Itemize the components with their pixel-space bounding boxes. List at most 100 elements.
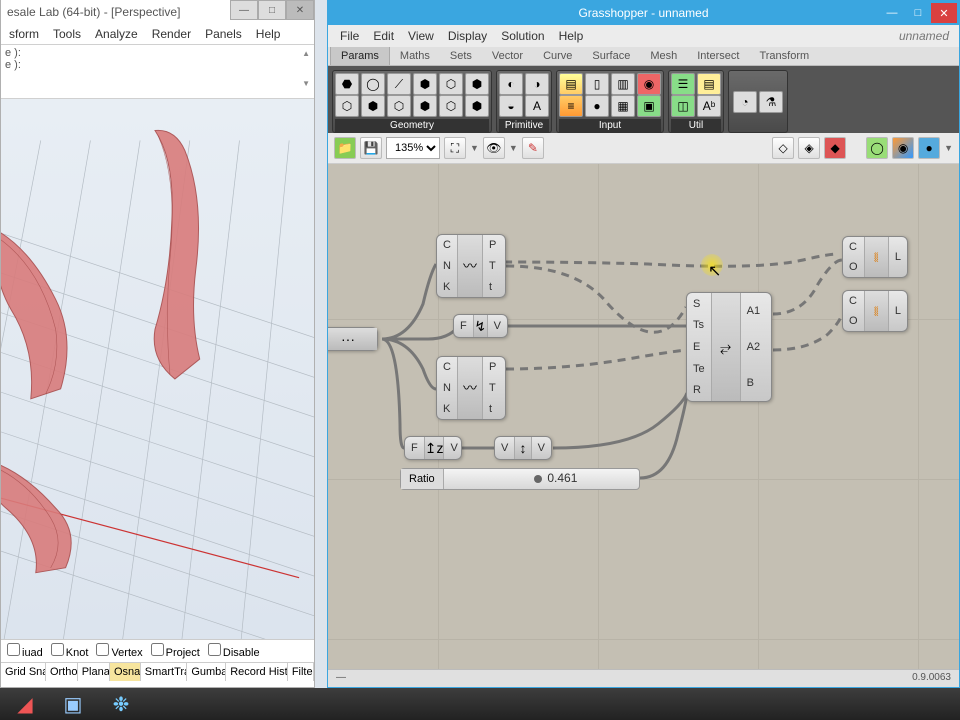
gh-component-loft[interactable]: CO ⧛ L <box>842 236 908 278</box>
param-icon[interactable]: ⬣ <box>335 73 359 95</box>
gh-component-param[interactable]: ··· <box>328 327 378 351</box>
gh-tab[interactable]: Curve <box>533 47 582 65</box>
gh-tab[interactable]: Mesh <box>640 47 687 65</box>
gh-menu-item[interactable]: View <box>408 29 434 43</box>
param-icon[interactable]: A <box>525 95 549 117</box>
gh-max-button[interactable]: □ <box>905 3 931 23</box>
param-icon[interactable]: ☰ <box>671 73 695 95</box>
param-icon[interactable]: ⬢ <box>413 73 437 95</box>
gh-component-loft[interactable]: CO ⧛ L <box>842 290 908 332</box>
gh-tab[interactable]: Intersect <box>687 47 749 65</box>
taskbar-item-grasshopper[interactable]: ❉ <box>98 690 144 718</box>
osnap-option[interactable]: Project <box>151 643 200 659</box>
gh-menu-item[interactable]: Help <box>559 29 584 43</box>
rhino-max-button[interactable]: □ <box>258 0 286 20</box>
ribbon-overflow: ◔ ⚗ <box>728 70 788 133</box>
rhino-menu-item[interactable]: sform <box>9 27 39 41</box>
gh-tab[interactable]: Transform <box>749 47 819 65</box>
param-icon[interactable]: ⬡ <box>335 95 359 117</box>
param-icon[interactable]: ◔ <box>733 91 757 113</box>
osnap-option[interactable]: Disable <box>208 643 260 659</box>
param-icon[interactable]: ◫ <box>671 95 695 117</box>
status-cell[interactable]: SmartTra <box>141 663 188 681</box>
param-icon[interactable]: ◯ <box>361 73 385 95</box>
param-icon[interactable]: ⬡ <box>439 73 463 95</box>
gh-tab[interactable]: Params <box>330 47 390 65</box>
gh-min-button[interactable]: — <box>879 3 905 23</box>
status-cell[interactable]: Osna <box>110 663 141 681</box>
gh-menu-item[interactable]: File <box>340 29 359 43</box>
zoom-extents-button[interactable]: ⛶ <box>444 137 466 159</box>
open-button[interactable]: 📁 <box>334 137 356 159</box>
rhino-min-button[interactable]: — <box>230 0 258 20</box>
rhino-menu-item[interactable]: Render <box>152 27 191 41</box>
gh-tab[interactable]: Surface <box>582 47 640 65</box>
osnap-option[interactable]: Vertex <box>96 643 142 659</box>
gh-canvas[interactable]: ··· CNK 〰 PTt F ↯ V CNK 〰 PTt F ↥z V V ↕ <box>328 164 959 670</box>
zoom-select[interactable]: 135% <box>386 137 440 159</box>
gh-tab[interactable]: Vector <box>482 47 533 65</box>
save-button[interactable]: 💾 <box>360 137 382 159</box>
status-cell[interactable]: Gumba <box>187 663 226 681</box>
param-icon[interactable]: ◐ <box>499 73 523 95</box>
gh-component-curve[interactable]: CNK 〰 PTt <box>436 234 506 298</box>
gh-component-flatten[interactable]: F ↯ V <box>453 314 508 338</box>
taskbar-item-rhino[interactable]: ◢ <box>2 690 48 718</box>
gh-component-unitz[interactable]: F ↥z V <box>404 436 462 460</box>
param-icon[interactable]: ▥ <box>611 73 635 95</box>
preview-mode-button[interactable]: ◉ <box>892 137 914 159</box>
preview-mode-button[interactable]: ● <box>918 137 940 159</box>
status-cell[interactable]: Grid Sna <box>1 663 46 681</box>
param-icon[interactable]: ⬡ <box>387 95 411 117</box>
osnap-option[interactable]: iuad <box>7 643 43 659</box>
gh-component-curve[interactable]: CNK 〰 PTt <box>436 356 506 420</box>
gh-tab[interactable]: Maths <box>390 47 440 65</box>
preview-mode-button[interactable]: ◯ <box>866 137 888 159</box>
display-mode-button[interactable]: ◆ <box>824 137 846 159</box>
param-icon[interactable]: ◉ <box>637 73 661 95</box>
rhino-viewport[interactable] <box>1 99 314 639</box>
preview-button[interactable]: 👁 <box>483 137 505 159</box>
slider-track[interactable]: 0.461 <box>444 469 639 489</box>
gh-component-amplitude[interactable]: V ↕ V <box>494 436 552 460</box>
gh-menu-item[interactable]: Display <box>448 29 487 43</box>
gh-menu-item[interactable]: Solution <box>501 29 544 43</box>
param-icon[interactable]: ▦ <box>611 95 635 117</box>
rhino-menu-item[interactable]: Tools <box>53 27 81 41</box>
display-mode-button[interactable]: ◈ <box>798 137 820 159</box>
param-icon[interactable]: ▤ <box>559 73 583 95</box>
gh-close-button[interactable]: ✕ <box>931 3 957 23</box>
taskbar-item-media[interactable]: ▣ <box>50 690 96 718</box>
gh-component-tween[interactable]: S Ts E Te R ⥂ A1 A2 B <box>686 292 772 402</box>
rhino-menu-item[interactable]: Help <box>256 27 281 41</box>
param-icon[interactable]: ⚗ <box>759 91 783 113</box>
rhino-menu-item[interactable]: Analyze <box>95 27 138 41</box>
status-cell[interactable]: Plana <box>78 663 110 681</box>
status-cell[interactable]: Ortho <box>46 663 78 681</box>
rhino-close-button[interactable]: ✕ <box>286 0 314 20</box>
status-cell[interactable]: Filte <box>288 663 314 681</box>
param-icon[interactable]: ≡ <box>559 95 583 117</box>
param-icon[interactable]: ⬡ <box>439 95 463 117</box>
param-icon[interactable]: ▯ <box>585 73 609 95</box>
param-icon[interactable]: ● <box>585 95 609 117</box>
osnap-option[interactable]: Knot <box>51 643 89 659</box>
param-icon[interactable]: ▣ <box>637 95 661 117</box>
param-icon[interactable]: ⬢ <box>465 73 489 95</box>
gh-menu-item[interactable]: Edit <box>373 29 394 43</box>
rhino-menu-item[interactable]: Panels <box>205 27 242 41</box>
sketch-button[interactable]: ✎ <box>522 137 544 159</box>
param-icon[interactable]: ⬢ <box>361 95 385 117</box>
param-icon[interactable]: ⬢ <box>413 95 437 117</box>
param-icon[interactable]: Aᵇ <box>697 95 721 117</box>
gh-tab[interactable]: Sets <box>440 47 482 65</box>
display-mode-button[interactable]: ◇ <box>772 137 794 159</box>
param-icon[interactable]: ⬢ <box>465 95 489 117</box>
gh-status-minus[interactable]: — <box>336 672 346 685</box>
param-icon[interactable]: ▤ <box>697 73 721 95</box>
param-icon[interactable]: ◒ <box>499 95 523 117</box>
param-icon[interactable]: ◑ <box>525 73 549 95</box>
gh-number-slider[interactable]: Ratio 0.461 <box>400 468 640 490</box>
param-icon[interactable]: ⟋ <box>387 73 411 95</box>
status-cell[interactable]: Record Histo <box>226 663 288 681</box>
